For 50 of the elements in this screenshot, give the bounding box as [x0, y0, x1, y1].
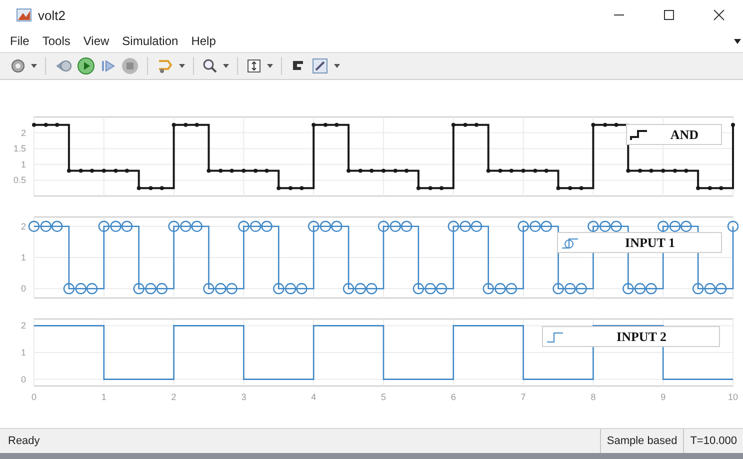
y-tick-label: 0: [20, 284, 26, 294]
window-title: volt2: [38, 8, 66, 22]
legend-line-icon: [546, 330, 564, 342]
app-icon: [16, 7, 32, 23]
legend-label: INPUT 2: [616, 328, 668, 344]
x-tick-label: 2: [171, 392, 176, 402]
caret-icon[interactable]: [334, 64, 340, 68]
y-tick-label: 0.5: [13, 175, 26, 186]
zoom-icon[interactable]: [202, 58, 218, 74]
y-tick-label: 2: [20, 221, 26, 232]
x-tick-label: 0: [32, 392, 36, 402]
x-tick-label: 5: [381, 392, 386, 402]
y-tick-label: 1: [20, 252, 26, 262]
y-tick-label: 2: [20, 320, 26, 331]
maximize-icon[interactable]: [663, 9, 675, 21]
step-forward-icon[interactable]: [100, 58, 116, 74]
menu-item[interactable]: Help: [191, 34, 216, 48]
y-tick-label: 1: [20, 348, 26, 358]
y-tick-label: 2: [20, 128, 26, 138]
step-back-icon[interactable]: [54, 58, 72, 74]
x-tick-label: 6: [450, 392, 456, 402]
pencil-icon[interactable]: [311, 57, 329, 75]
x-tick-label: 3: [241, 392, 246, 402]
x-tick-label: 1: [101, 392, 106, 402]
menu-item[interactable]: Tools: [42, 34, 70, 48]
x-tick-label: 9: [660, 392, 666, 402]
x-tick-label: 8: [590, 392, 596, 402]
caret-icon[interactable]: [267, 64, 273, 68]
menu-item[interactable]: View: [83, 34, 110, 48]
y-tick-label: 1.5: [13, 144, 26, 154]
fit-to-view-icon[interactable]: [246, 58, 262, 74]
play-icon[interactable]: [77, 57, 95, 75]
caret-icon[interactable]: [31, 64, 37, 68]
y-tick-label: 1: [20, 159, 26, 170]
caret-icon[interactable]: [179, 64, 185, 68]
x-tick-label: 10: [728, 392, 738, 402]
menu-item[interactable]: Simulation: [122, 34, 178, 48]
legend-line-icon: [561, 236, 579, 248]
caret-icon[interactable]: [223, 64, 229, 68]
x-tick-label: 4: [311, 392, 316, 402]
legend-label: AND: [669, 126, 700, 142]
dropdown-arrow-icon[interactable]: [734, 38, 741, 44]
x-tick-label: 7: [520, 392, 526, 402]
stop-icon[interactable]: [121, 57, 139, 75]
menu-item[interactable]: File: [10, 34, 30, 48]
close-icon[interactable]: [713, 9, 725, 21]
status-message: Ready: [7, 435, 40, 447]
y-tick-label: 0: [20, 374, 26, 384]
legend-line-icon: [630, 128, 648, 140]
legend-label: INPUT 1: [624, 234, 676, 250]
